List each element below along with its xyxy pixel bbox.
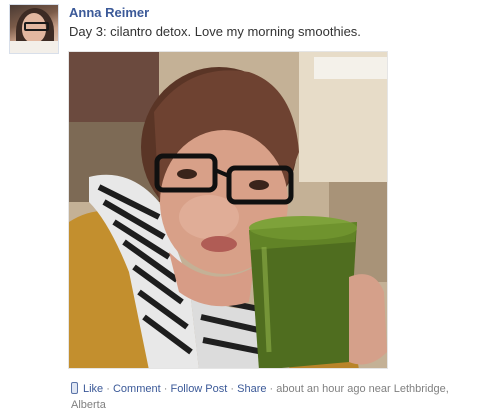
post-photo[interactable] <box>68 51 388 369</box>
author-name-link[interactable]: Anna Reimer <box>69 5 149 20</box>
separator: · <box>269 383 274 395</box>
post-footer: Like · Comment · Follow Post · Share · a… <box>71 381 491 413</box>
separator: · <box>163 383 168 395</box>
follow-post-link[interactable]: Follow Post <box>170 383 227 395</box>
comment-link[interactable]: Comment <box>113 383 161 395</box>
post-message: Day 3: cilantro detox. Love my morning s… <box>69 24 361 39</box>
post-timestamp[interactable]: about an hour ago near Lethbridge, <box>276 383 448 395</box>
avatar-shirt <box>10 41 58 53</box>
mobile-phone-icon <box>71 382 78 394</box>
share-link[interactable]: Share <box>237 383 266 395</box>
avatar-glasses <box>24 22 49 31</box>
separator: · <box>106 383 110 395</box>
separator: · <box>230 383 235 395</box>
smoothie-selfie-photo <box>69 52 387 368</box>
author-avatar[interactable] <box>9 4 59 54</box>
like-link[interactable]: Like <box>83 383 103 395</box>
post-location[interactable]: Alberta <box>71 399 106 411</box>
